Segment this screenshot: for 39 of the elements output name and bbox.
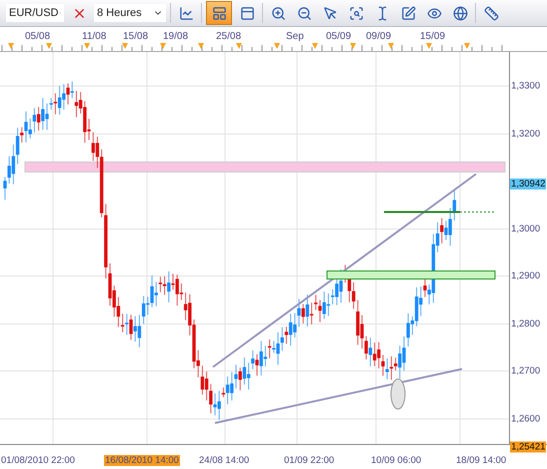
date-label: 05/08: [25, 31, 50, 42]
toolbar-button[interactable]: [206, 1, 232, 25]
price-label: 1,2600: [510, 414, 542, 424]
line-chart-icon: [178, 6, 194, 20]
price-label: 1,3000: [510, 224, 542, 234]
time-label: 24/08 14:00: [198, 455, 250, 466]
panel-icon: [212, 6, 226, 20]
price-label: 1,2800: [510, 318, 542, 330]
globe-icon: [452, 6, 468, 20]
eye-icon: [426, 6, 442, 20]
date-label: 19/08: [163, 31, 188, 42]
date-label: 15/09: [420, 31, 446, 42]
date-label: 11/08: [82, 31, 106, 42]
time-label: 16/08/2010 14:00: [104, 455, 180, 466]
ruler-icon: [484, 6, 498, 20]
date-label: 25/08: [216, 31, 242, 42]
timeframe-dropdown[interactable]: 8 Heures: [94, 4, 166, 22]
price-label: 1,2900: [510, 270, 542, 282]
price-label: 1,25421: [510, 442, 546, 452]
price-label: 1,30942: [510, 178, 546, 190]
time-label: 10/09 06:00: [370, 455, 422, 466]
pen-icon: [400, 6, 416, 20]
date-label: 05/09: [326, 31, 352, 42]
time-label: 01/09 22:00: [283, 455, 336, 466]
time-label: 01/08/2010 22:00: [0, 455, 76, 466]
symbol-dropdown[interactable]: EUR/USD: [6, 4, 64, 22]
highlight-ellipse: [390, 378, 406, 410]
price-label: 1,3300: [510, 80, 542, 92]
date-label: 15/08: [123, 31, 148, 42]
pointer-icon: [322, 6, 338, 20]
panel-icon: [240, 6, 254, 20]
price-label: 1,3200: [510, 128, 542, 140]
date-label: 09/09: [366, 31, 392, 42]
zoom-out-icon: [296, 6, 312, 20]
price-label: 1,2700: [510, 366, 542, 376]
zoom-in-icon: [270, 6, 286, 20]
zoom-area-icon: [348, 6, 364, 20]
date-label: Sep: [286, 31, 304, 42]
time-label: 18/09 14:00: [455, 455, 508, 466]
